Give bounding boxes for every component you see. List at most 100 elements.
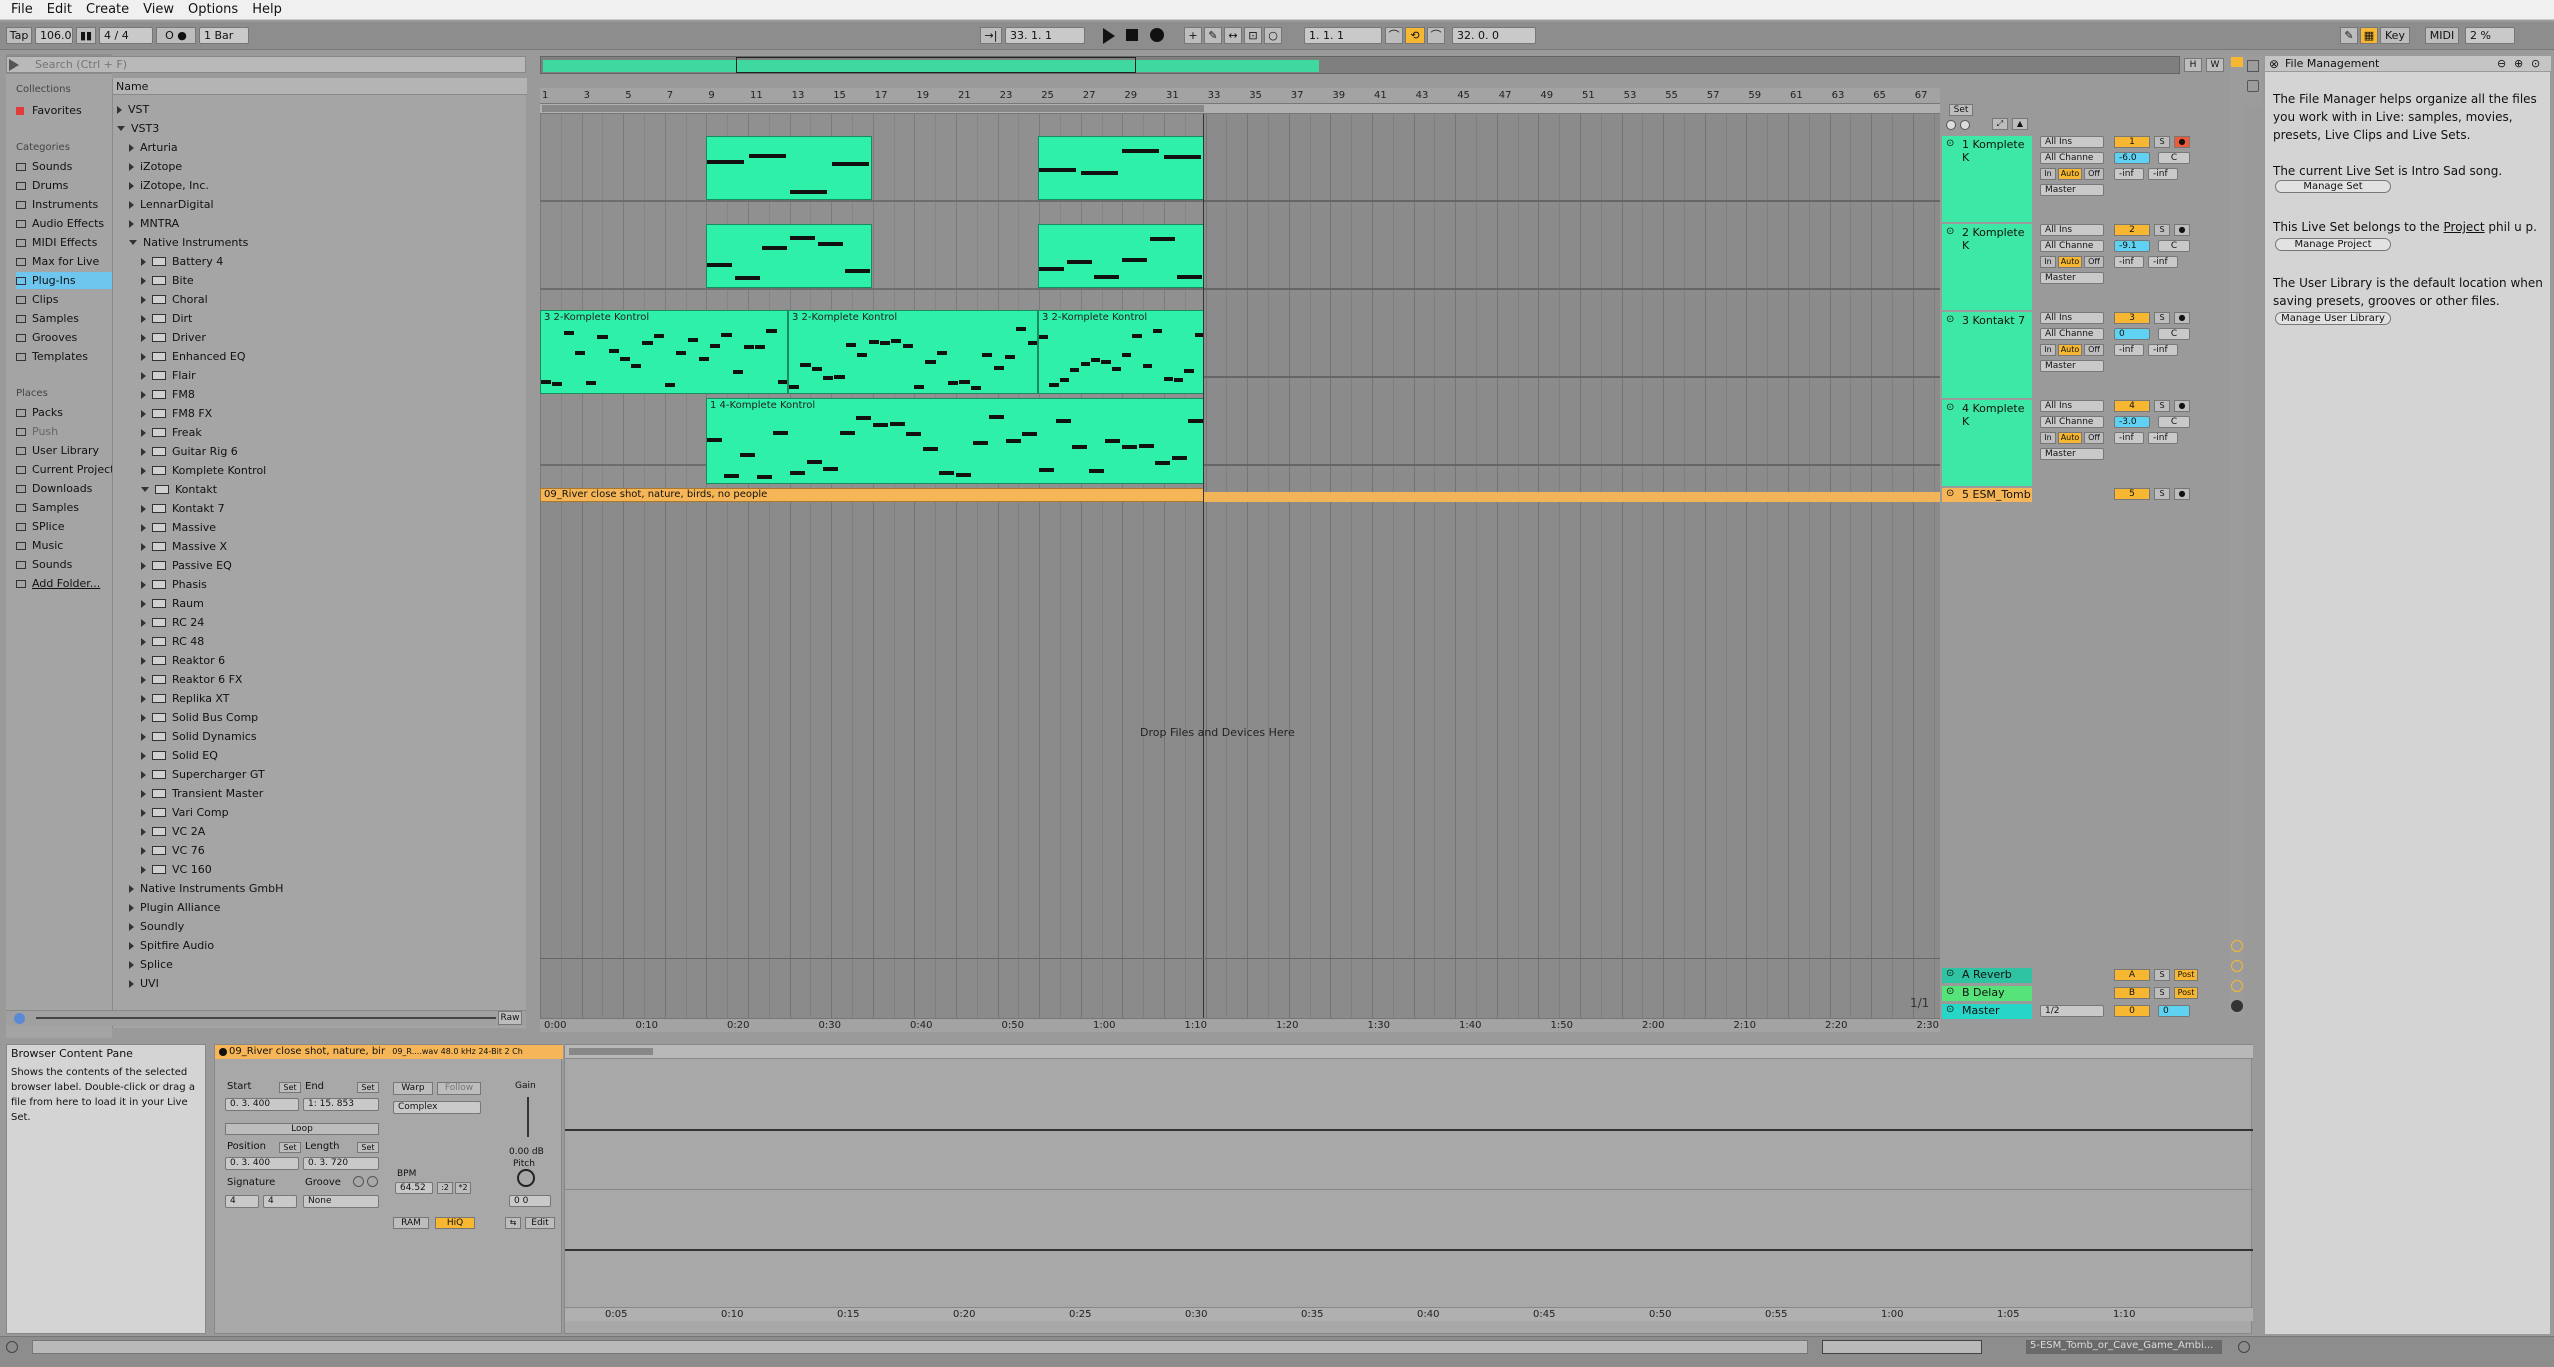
w-button[interactable]: W <box>2206 58 2224 72</box>
track-name[interactable]: B Delay <box>1962 986 2005 999</box>
expand-arrow-icon[interactable] <box>129 181 134 190</box>
sidebar-place-music[interactable]: Music <box>16 537 63 554</box>
overview-visible-range[interactable] <box>736 57 1136 73</box>
pitch-field[interactable]: 0 0 <box>509 1195 551 1207</box>
sidebar-item-plug-ins[interactable]: Plug-Ins <box>16 272 112 289</box>
position-field[interactable]: 0. 3. 400 <box>225 1157 299 1170</box>
volume-field[interactable]: -6.0 <box>2114 152 2150 164</box>
expand-arrow-icon[interactable] <box>141 295 146 304</box>
position-set-button[interactable]: Set <box>279 1142 301 1153</box>
track-name[interactable]: A Reverb <box>1962 968 2012 981</box>
expand-arrow-icon[interactable] <box>141 827 146 836</box>
send-b-field[interactable]: -inf <box>2148 256 2178 268</box>
track-fold-icon[interactable]: ⊙ <box>1946 488 1954 499</box>
follow-button[interactable]: Follow <box>437 1082 481 1095</box>
tree-vendor[interactable]: Arturia <box>129 138 178 157</box>
manage-set-button[interactable]: Manage Set <box>2275 180 2391 193</box>
track-fold-icon[interactable]: ⊙ <box>1946 1004 1954 1015</box>
stop-icon[interactable] <box>1126 29 1138 41</box>
ram-button[interactable]: RAM <box>393 1217 429 1229</box>
track-header[interactable]: ⊙ 2 Komplete K <box>1942 224 2032 310</box>
track-fold-icon[interactable]: ⊙ <box>1946 968 1954 979</box>
sidebar-item-midi-effects[interactable]: MIDI Effects <box>16 234 112 251</box>
groove-hot-swap-icon[interactable] <box>353 1176 364 1187</box>
input-channel-select[interactable]: All Channe <box>2040 328 2104 340</box>
expand-arrow-icon[interactable] <box>141 314 146 323</box>
quantize-select[interactable]: 1 Bar <box>199 27 249 44</box>
tree-plugin[interactable]: Enhanced EQ <box>141 347 246 366</box>
send-b-field[interactable]: -inf <box>2148 432 2178 444</box>
expand-arrow-icon[interactable] <box>141 561 146 570</box>
signature-numerator[interactable]: 4 <box>225 1195 259 1208</box>
midi-clip[interactable] <box>706 136 872 200</box>
end-set-button[interactable]: Set <box>357 1082 379 1093</box>
follow-icon[interactable]: →| <box>980 27 1002 44</box>
track-name[interactable]: 4 Komplete K <box>1962 402 2032 428</box>
view-toggle-icon[interactable] <box>2231 57 2243 67</box>
expand-arrow-icon[interactable] <box>129 979 134 988</box>
volume-field[interactable]: 0 <box>2114 328 2150 340</box>
gain-slider[interactable] <box>527 1097 529 1137</box>
pan-field[interactable]: C <box>2158 328 2190 340</box>
tree-plugin[interactable]: Bite <box>141 271 194 290</box>
overview-bar[interactable] <box>540 56 2180 74</box>
returns-icon[interactable] <box>2231 980 2243 992</box>
post-button[interactable]: Post <box>2174 969 2198 981</box>
metronome-button[interactable]: O ● <box>156 27 196 44</box>
expand-arrow-icon[interactable] <box>141 333 146 342</box>
arrangement-view[interactable]: 3 2-Komplete Kontrol 3 2-Komplete Kontrol… <box>540 114 1940 1018</box>
send-a-field[interactable]: -inf <box>2114 432 2144 444</box>
expand-arrow-icon[interactable] <box>141 580 146 589</box>
monitor-off-button[interactable]: Off <box>2084 432 2104 444</box>
input-type-select[interactable]: All Ins <box>2040 224 2104 236</box>
help-view-icon[interactable] <box>2247 80 2259 92</box>
track-name[interactable]: 5 ESM_Tomb <box>1962 488 2031 501</box>
solo-button[interactable]: S <box>2154 987 2170 999</box>
monitor-off-button[interactable]: Off <box>2084 344 2104 356</box>
expand-arrow-icon[interactable] <box>129 922 134 931</box>
monitor-auto-button[interactable]: Auto <box>2058 168 2082 180</box>
tree-vendor[interactable]: Native Instruments GmbH <box>129 879 283 898</box>
tempo-field[interactable]: 106.00 <box>35 27 73 44</box>
tree-plugin[interactable]: Massive X <box>141 537 227 556</box>
back-to-arrangement-icon[interactable] <box>1946 120 1956 130</box>
sidebar-place-splice[interactable]: SPlice <box>16 518 65 535</box>
tree-vendor[interactable]: iZotope, Inc. <box>129 176 209 195</box>
sidebar-place-current-project[interactable]: Current Project <box>16 461 114 478</box>
track-activator-button[interactable]: A <box>2114 969 2150 981</box>
record-icon[interactable] <box>1150 28 1164 42</box>
output-select[interactable]: Master <box>2040 360 2104 372</box>
expand-arrow-icon[interactable] <box>141 352 146 361</box>
sidebar-item-samples[interactable]: Samples <box>16 310 112 327</box>
collapse-arrow-icon[interactable] <box>129 240 137 245</box>
monitor-in-button[interactable]: In <box>2040 168 2056 180</box>
tree-plugin[interactable]: FM8 FX <box>141 404 212 423</box>
sidebar-item-drums[interactable]: Drums <box>16 177 112 194</box>
track-activator-button[interactable]: 2 <box>2114 224 2150 236</box>
expand-arrow-icon[interactable] <box>129 200 134 209</box>
post-button[interactable]: Post <box>2174 987 2198 999</box>
expand-arrow-icon[interactable] <box>141 542 146 551</box>
sidebar-item-templates[interactable]: Templates <box>16 348 112 365</box>
input-type-select[interactable]: All Ins <box>2040 400 2104 412</box>
output-select[interactable]: Master <box>2040 448 2104 460</box>
tree-plugin[interactable]: RC 24 <box>141 613 204 632</box>
back-icon[interactable]: ⊖ <box>2497 57 2506 70</box>
menu-help[interactable]: Help <box>245 2 289 17</box>
tree-vendor[interactable]: Native Instruments <box>129 233 248 252</box>
sample-loop-brace[interactable] <box>569 1048 653 1055</box>
expand-arrow-icon[interactable] <box>141 789 146 798</box>
input-channel-select[interactable]: All Channe <box>2040 152 2104 164</box>
position-field[interactable]: 33. 1. 1 <box>1005 27 1085 44</box>
solo-button[interactable]: S <box>2154 224 2170 236</box>
tree-plugin[interactable]: Choral <box>141 290 208 309</box>
punch-out-icon[interactable]: ⌒ <box>1427 27 1445 44</box>
solo-button[interactable]: S <box>2154 400 2170 412</box>
zoom-to-fit-icon[interactable]: ⤢ <box>1992 118 2008 130</box>
track-fold-icon[interactable]: ⊙ <box>1946 138 1954 149</box>
sidebar-place-downloads[interactable]: Downloads <box>16 480 92 497</box>
sends-icon[interactable] <box>2231 960 2243 972</box>
expand-arrow-icon[interactable] <box>141 732 146 741</box>
sidebar-place-user-library[interactable]: User Library <box>16 442 99 459</box>
fade-icon[interactable]: ⇆ <box>505 1217 521 1229</box>
